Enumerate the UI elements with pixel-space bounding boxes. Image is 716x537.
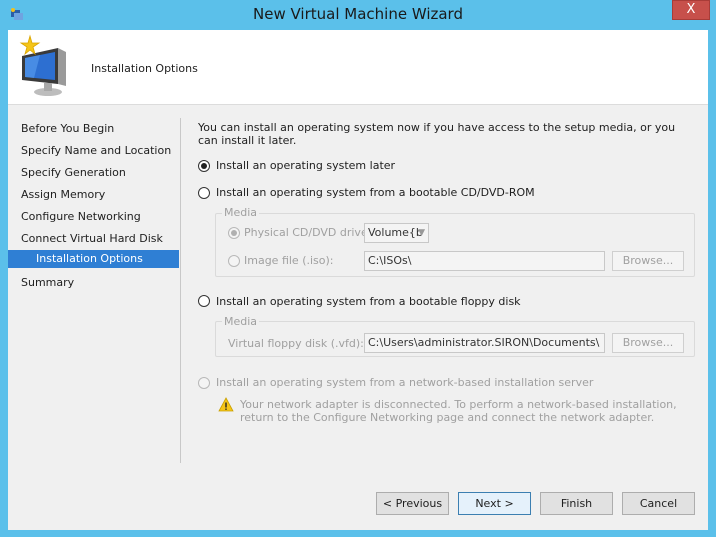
network-warning-text: Your network adapter is disconnected. To… [240,398,677,424]
nav-divider [180,118,181,463]
vfd-label: Virtual floppy disk (.vfd): [228,337,364,350]
finish-button[interactable]: Finish [540,492,613,515]
physical-drive-value: Volume{b [368,226,423,239]
image-browse-button[interactable]: Browse... [612,251,684,271]
install-floppy-radio[interactable] [198,295,210,307]
install-network-radio[interactable] [198,377,210,389]
page-title: Installation Options [91,62,198,75]
image-file-label: Image file (.iso): [244,254,334,267]
previous-button[interactable]: < Previous [376,492,449,515]
image-file-radio[interactable] [228,255,240,267]
floppy-media-group-title: Media [222,315,260,328]
install-floppy-label[interactable]: Install an operating system from a boota… [216,295,521,308]
vfd-input[interactable]: C:\Users\administrator.SIRON\Documents\ [364,333,605,353]
next-button[interactable]: Next > [458,492,531,515]
nav-step-connect-vhd[interactable]: Connect Virtual Hard Disk [8,230,179,248]
warning-icon [218,397,234,412]
physical-drive-select[interactable]: Volume{b ▼ [364,223,429,243]
nav-step-assign-memory[interactable]: Assign Memory [8,186,179,204]
nav-step-configure-networking[interactable]: Configure Networking [8,208,179,226]
nav-step-specify-name-location[interactable]: Specify Name and Location [8,142,179,160]
install-cd-radio[interactable] [198,187,210,199]
new-vm-wizard-icon [19,34,66,96]
wizard-client-area: Installation Options Before You Begin Sp… [8,30,708,530]
chevron-down-icon: ▼ [418,228,425,238]
wizard-header: Installation Options [8,30,708,105]
close-button[interactable]: X [672,0,710,20]
install-later-radio[interactable] [198,160,210,172]
nav-step-specify-generation[interactable]: Specify Generation [8,164,179,182]
window-title: New Virtual Machine Wizard [253,5,463,23]
cancel-button[interactable]: Cancel [622,492,695,515]
nav-step-summary[interactable]: Summary [8,274,179,292]
physical-drive-radio[interactable] [228,227,240,239]
nav-step-before-you-begin[interactable]: Before You Begin [8,120,179,138]
install-later-label[interactable]: Install an operating system later [216,159,395,172]
vfd-browse-button[interactable]: Browse... [612,333,684,353]
title-bar: New Virtual Machine Wizard X [0,0,716,30]
cd-media-group-title: Media [222,206,260,219]
physical-drive-label: Physical CD/DVD drive: [244,226,372,239]
install-cd-label[interactable]: Install an operating system from a boota… [216,186,535,199]
image-file-input[interactable]: C:\ISOs\ [364,251,605,271]
install-network-label: Install an operating system from a netwo… [216,376,594,389]
intro-text: You can install an operating system now … [198,121,676,147]
nav-step-installation-options[interactable]: Installation Options [8,250,179,268]
